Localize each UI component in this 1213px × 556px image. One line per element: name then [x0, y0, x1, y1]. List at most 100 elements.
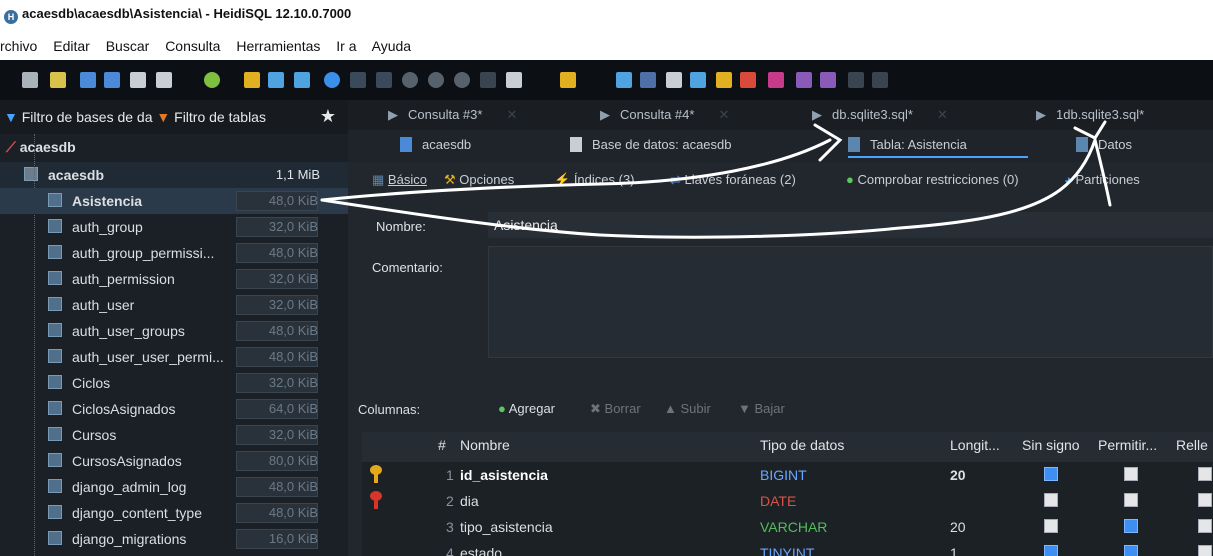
- cell-type[interactable]: VARCHAR: [760, 519, 827, 535]
- cell-name[interactable]: tipo_asistencia: [460, 519, 553, 535]
- wrap-icon[interactable]: [796, 72, 812, 88]
- unsigned-checkbox[interactable]: [1044, 519, 1058, 533]
- allow-null-checkbox[interactable]: [1124, 545, 1138, 556]
- table-name-input[interactable]: [488, 212, 1213, 238]
- more-icon[interactable]: [848, 72, 864, 88]
- tab-basico[interactable]: ▦ Básico: [372, 172, 427, 188]
- header-sin-signo[interactable]: Sin signo: [1022, 437, 1080, 453]
- header-permitir[interactable]: Permitir...: [1098, 437, 1157, 453]
- move-down-button[interactable]: ▼ Bajar: [738, 401, 785, 416]
- first-icon[interactable]: [350, 72, 366, 88]
- close-icon[interactable]: ✕: [506, 107, 517, 122]
- cell-name[interactable]: estado: [460, 545, 502, 556]
- tree-db-node[interactable]: acaesdb 1,1 MiB: [0, 162, 348, 188]
- zerofill-checkbox[interactable]: [1198, 467, 1212, 481]
- tree-item-table[interactable]: auth_permission 32,0 KiB: [0, 266, 348, 292]
- export-icon[interactable]: [268, 72, 284, 88]
- tab-comprobar-restricciones[interactable]: ● Comprobar restricciones (0): [846, 172, 1019, 187]
- tree-root[interactable]: ⟋ acaesdb: [0, 134, 348, 160]
- tab-1db-sqlite3[interactable]: ▶ 1db.sqlite3.sql*: [1036, 107, 1144, 123]
- tree-item-table[interactable]: django_admin_log 48,0 KiB: [0, 474, 348, 500]
- header-tipo[interactable]: Tipo de datos: [760, 437, 844, 453]
- table-row[interactable]: 3 tipo_asistencia VARCHAR 20: [362, 514, 1213, 540]
- tab-consulta-3[interactable]: ▶ Consulta #3* ✕: [388, 107, 517, 123]
- post-icon[interactable]: [454, 72, 470, 88]
- allow-null-checkbox[interactable]: [1124, 467, 1138, 481]
- favorites-star-icon[interactable]: ★: [320, 106, 336, 127]
- disconnect-icon[interactable]: [50, 72, 66, 88]
- function-icon[interactable]: [820, 72, 836, 88]
- tab-database[interactable]: Base de datos: acaesdb: [570, 137, 732, 152]
- tree-item-table[interactable]: CiclosAsignados 64,0 KiB: [0, 396, 348, 422]
- header-relle[interactable]: Relle: [1176, 437, 1208, 453]
- replace-icon[interactable]: [690, 72, 706, 88]
- unsigned-checkbox[interactable]: [1044, 467, 1058, 481]
- menu-ayuda[interactable]: Ayuda: [372, 38, 411, 54]
- tab-host[interactable]: acaesdb: [400, 137, 471, 152]
- user-manager-icon[interactable]: [244, 72, 260, 88]
- header-num[interactable]: #: [438, 437, 446, 453]
- tab-db-sqlite3[interactable]: ▶ db.sqlite3.sql* ✕: [812, 107, 948, 123]
- add-column-button[interactable]: ● Agregar: [498, 401, 555, 416]
- tab-llaves-foraneas[interactable]: ⇄ Llaves foráneas (2): [670, 172, 796, 188]
- allow-null-checkbox[interactable]: [1124, 493, 1138, 507]
- table-row[interactable]: 1 id_asistencia BIGINT 20: [362, 462, 1213, 488]
- run-icon[interactable]: [506, 72, 522, 88]
- tree-item-table[interactable]: auth_user 32,0 KiB: [0, 292, 348, 318]
- connect-icon[interactable]: [22, 72, 38, 88]
- comment-textarea[interactable]: [488, 246, 1213, 358]
- unsigned-checkbox[interactable]: [1044, 493, 1058, 507]
- insert-row-icon[interactable]: [402, 72, 418, 88]
- menu-editar[interactable]: Editar: [53, 38, 90, 54]
- refresh-icon[interactable]: [204, 72, 220, 88]
- tree-item-table[interactable]: auth_user_user_permi... 48,0 KiB: [0, 344, 348, 370]
- allow-null-checkbox[interactable]: [1124, 519, 1138, 533]
- save-as-icon[interactable]: [640, 72, 656, 88]
- warning-icon[interactable]: [740, 72, 756, 88]
- delete-row-icon[interactable]: [428, 72, 444, 88]
- table-filter-input[interactable]: Filtro de tablas: [174, 109, 266, 125]
- menu-ir-a[interactable]: Ir a: [336, 38, 356, 54]
- close-icon[interactable]: ✕: [937, 107, 948, 122]
- tree-item-table[interactable]: CursosAsignados 80,0 KiB: [0, 448, 348, 474]
- close-query-icon[interactable]: [872, 72, 888, 88]
- tree-item-table[interactable]: django_content_type 48,0 KiB: [0, 500, 348, 526]
- menu-buscar[interactable]: Buscar: [106, 38, 150, 54]
- explain-icon[interactable]: [768, 72, 784, 88]
- find-icon[interactable]: [666, 72, 682, 88]
- close-icon[interactable]: ✕: [718, 107, 729, 122]
- tab-particiones[interactable]: ◕ Particiones: [1064, 172, 1140, 187]
- table-row[interactable]: 4 estado TINYINT 1: [362, 540, 1213, 556]
- tree-item-table[interactable]: django_migrations 16,0 KiB: [0, 526, 348, 552]
- tree-item-table[interactable]: Cursos 32,0 KiB: [0, 422, 348, 448]
- tab-data[interactable]: Datos: [1076, 137, 1132, 152]
- last-icon[interactable]: [376, 72, 392, 88]
- cell-name[interactable]: id_asistencia: [460, 467, 548, 483]
- cell-length[interactable]: 1: [950, 545, 958, 556]
- zerofill-checkbox[interactable]: [1198, 519, 1212, 533]
- move-up-button[interactable]: ▲ Subir: [664, 401, 711, 416]
- undo-icon[interactable]: [130, 72, 146, 88]
- zerofill-checkbox[interactable]: [1198, 545, 1212, 556]
- cell-length[interactable]: 20: [950, 519, 966, 535]
- tab-consulta-4[interactable]: ▶ Consulta #4* ✕: [600, 107, 729, 123]
- cell-length[interactable]: 20: [950, 467, 966, 483]
- cell-type[interactable]: TINYINT: [760, 545, 814, 556]
- print-icon[interactable]: [156, 72, 172, 88]
- format-icon[interactable]: [716, 72, 732, 88]
- cell-type[interactable]: DATE: [760, 493, 796, 509]
- menu-consulta[interactable]: Consulta: [165, 38, 220, 54]
- cell-type[interactable]: BIGINT: [760, 467, 807, 483]
- menu-archivo[interactable]: rchivo: [0, 38, 37, 54]
- tab-indices[interactable]: ⚡ Índices (3): [554, 172, 635, 188]
- cancel-icon[interactable]: [480, 72, 496, 88]
- db-filter-input[interactable]: Filtro de bases de da: [22, 109, 153, 125]
- menu-herramientas[interactable]: Herramientas: [236, 38, 320, 54]
- save-icon[interactable]: [616, 72, 632, 88]
- cell-name[interactable]: dia: [460, 493, 479, 509]
- grid-icon[interactable]: [294, 72, 310, 88]
- header-nombre[interactable]: Nombre: [460, 437, 510, 453]
- table-row[interactable]: 2 dia DATE: [362, 488, 1213, 514]
- tree-item-table[interactable]: Ciclos 32,0 KiB: [0, 370, 348, 396]
- tree-item-table[interactable]: auth_group_permissi... 48,0 KiB: [0, 240, 348, 266]
